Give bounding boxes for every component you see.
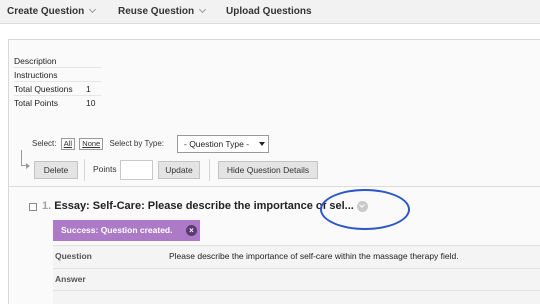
- create-question-label: Create Question: [7, 6, 85, 17]
- select-label: Select:: [32, 139, 57, 148]
- toolbar-divider: [209, 159, 210, 181]
- points-input[interactable]: [120, 160, 153, 180]
- upload-questions-link[interactable]: Upload Questions: [226, 6, 312, 17]
- dropdown-arrow-icon: [259, 142, 265, 146]
- total-questions-row: Total Questions 1: [14, 82, 101, 96]
- chevron-down-icon: [199, 5, 207, 14]
- description-label: Description: [14, 56, 57, 66]
- total-points-value: 10: [86, 98, 96, 108]
- question-title: 1. Essay: Self-Care: Please describe the…: [42, 200, 354, 212]
- points-label: Points: [93, 164, 117, 174]
- arrow-right-icon: [26, 163, 30, 169]
- close-icon[interactable]: ×: [186, 225, 197, 236]
- instructions-label: Instructions: [14, 70, 58, 80]
- question-number: 1.: [42, 200, 52, 212]
- delete-button[interactable]: Delete: [34, 161, 78, 179]
- total-points-label: Total Points: [14, 98, 58, 108]
- question-type-select[interactable]: - Question Type -: [177, 135, 269, 153]
- question-checkbox[interactable]: [29, 203, 37, 211]
- total-questions-label: Total Questions: [14, 84, 73, 94]
- total-questions-value: 1: [86, 84, 91, 94]
- success-message: Success: Question created.: [61, 225, 173, 235]
- chevron-down-icon: [89, 5, 97, 14]
- top-menu-bar: Create Question Reuse Question Upload Qu…: [0, 0, 540, 24]
- test-info-table: Description Instructions Total Questions…: [14, 54, 101, 110]
- instructions-row: Instructions: [14, 68, 101, 82]
- update-button[interactable]: Update: [158, 161, 200, 179]
- question-details-table: Question Please describe the importance …: [53, 245, 540, 304]
- hide-question-details-button[interactable]: Hide Question Details: [218, 161, 318, 179]
- total-points-row: Total Points 10: [14, 96, 101, 110]
- select-none-link[interactable]: None: [79, 138, 104, 150]
- select-all-link[interactable]: All: [60, 138, 76, 150]
- reuse-question-menu[interactable]: Reuse Question: [118, 5, 207, 17]
- row-divider: [53, 268, 540, 269]
- annotation-circle: [320, 189, 410, 230]
- question-label: Question: [55, 251, 92, 261]
- create-question-menu[interactable]: Create Question: [7, 5, 97, 17]
- question-type-value: - Question Type -: [184, 139, 250, 149]
- question-title-text: Essay: Self-Care: Please describe the im…: [54, 200, 354, 212]
- success-banner: Success: Question created. ×: [53, 220, 200, 241]
- question-text: Please describe the importance of self-c…: [169, 251, 459, 261]
- section-divider: [8, 186, 540, 187]
- toolbar-divider: [84, 159, 85, 181]
- description-row: Description: [14, 54, 101, 68]
- row-divider: [53, 290, 540, 291]
- answer-label: Answer: [55, 274, 86, 284]
- select-by-type-label: Select by Type:: [109, 139, 165, 148]
- reuse-question-label: Reuse Question: [118, 6, 195, 17]
- select-controls: Select: All None Select by Type:: [32, 138, 164, 150]
